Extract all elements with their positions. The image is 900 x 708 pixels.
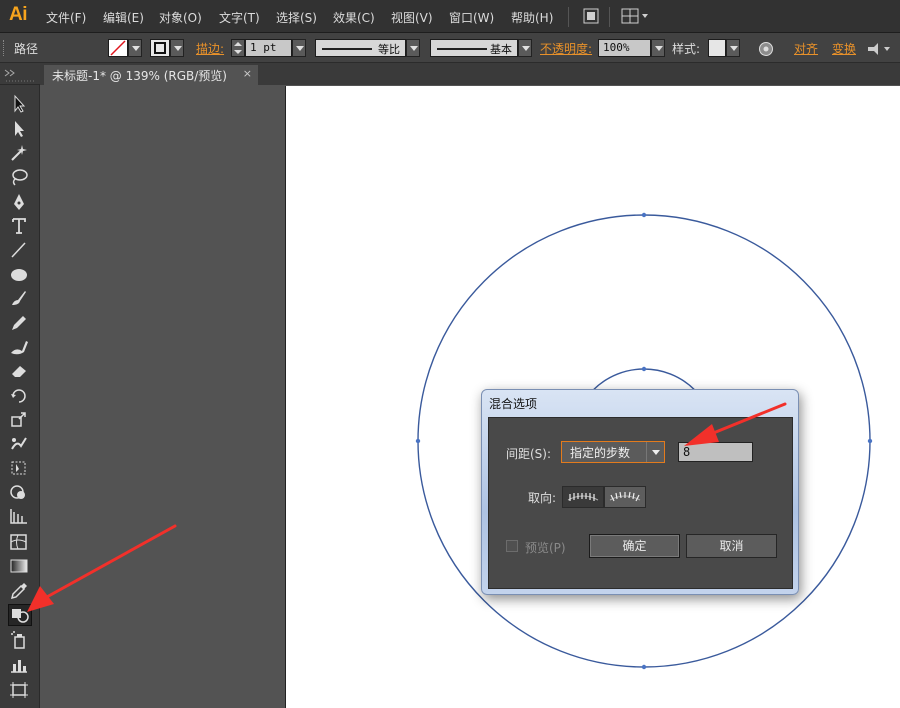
menu-view[interactable]: 视图(V) [391,9,433,26]
stroke-weight-dropdown[interactable] [292,39,306,57]
steps-input[interactable]: 8 [678,442,753,462]
object-type-label: 路径 [14,42,39,56]
toolbar-header[interactable] [0,63,40,85]
scale-tool-icon[interactable] [8,410,32,432]
align-link[interactable]: 对齐 [794,40,818,57]
eyedropper-tool-icon[interactable] [8,581,32,603]
graphic-style-swatch[interactable] [708,39,726,57]
shape-builder-tool-icon[interactable] [8,483,32,505]
menu-effect[interactable]: 效果(C) [333,9,375,26]
menu-help[interactable]: 帮助(H) [511,9,553,26]
style-dropdown[interactable] [726,39,740,57]
app-logo: Ai [9,4,28,25]
opacity-input[interactable]: 100% [598,39,651,57]
recolor-artwork-icon[interactable] [758,41,774,60]
menu-select[interactable]: 选择(S) [276,9,317,26]
spacing-select[interactable]: 指定的步数 [561,441,665,463]
fill-dropdown[interactable] [128,39,142,57]
stroke-swatch[interactable] [150,39,170,57]
lasso-tool-icon[interactable] [8,167,32,189]
arrange-documents-icon[interactable] [621,8,651,24]
free-transform-tool-icon[interactable] [8,458,32,480]
bridge-icon[interactable] [583,8,599,24]
gradient-tool-icon[interactable] [8,556,32,578]
opacity-label[interactable]: 不透明度: [540,40,592,57]
cancel-button[interactable]: 取消 [686,534,777,558]
align-to-page-button[interactable] [562,486,604,508]
transform-link[interactable]: 变换 [832,40,856,57]
document-tab-bar: 未标题-1* @ 139% (RGB/预览) × [40,63,900,85]
menu-bar: Ai 文件(F) 编辑(E) 对象(O) 文字(T) 选择(S) 效果(C) 视… [0,0,900,33]
menu-edit[interactable]: 编辑(E) [103,9,144,26]
menu-type[interactable]: 文字(T) [219,9,260,26]
preview-checkbox[interactable] [506,540,518,552]
spacing-label: 间距(S): [506,447,552,461]
line-segment-tool-icon[interactable] [8,240,32,262]
ok-button[interactable]: 确定 [589,534,680,558]
column-graph-tool-icon[interactable] [8,655,32,677]
mesh-tool-icon[interactable] [8,532,32,554]
symbol-sprayer-tool-icon[interactable] [8,630,32,652]
close-tab-icon[interactable]: × [243,67,252,80]
rotate-tool-icon[interactable] [8,386,32,408]
tools-panel [0,85,40,708]
blob-brush-tool-icon[interactable] [8,337,32,359]
document-tab-title: 未标题-1* @ 139% (RGB/预览) [52,69,227,83]
menu-window[interactable]: 窗口(W) [449,9,494,26]
style-label: 样式: [672,42,701,56]
blend-tool-icon[interactable] [8,604,32,626]
orientation-label: 取向: [528,491,557,505]
warp-tool-icon[interactable] [8,434,32,456]
ellipse-tool-icon[interactable] [8,265,32,287]
pen-tool-icon[interactable] [8,192,32,214]
blend-options-dialog: 混合选项 间距(S): 指定的步数 8 取向: 预览(P) 确定 取消 [481,389,799,595]
menu-object[interactable]: 对象(O) [159,9,202,26]
opacity-dropdown[interactable] [651,39,665,57]
variable-width-profile[interactable]: 等比 [315,39,406,57]
dialog-body: 间距(S): 指定的步数 8 取向: 预览(P) 确定 取消 [488,417,793,589]
direct-selection-tool-icon[interactable] [8,119,32,141]
brush-definition[interactable]: 基本 [430,39,518,57]
paintbrush-tool-icon[interactable] [8,288,32,310]
selection-tool-icon[interactable] [8,94,32,116]
stroke-weight-stepper[interactable] [231,39,245,57]
magic-wand-tool-icon[interactable] [8,143,32,165]
type-tool-icon[interactable] [8,216,32,238]
artboard-tool-icon[interactable] [8,680,32,702]
isolate-icon[interactable] [866,41,894,60]
perspective-grid-tool-icon[interactable] [8,506,32,528]
pencil-tool-icon[interactable] [8,313,32,335]
control-bar: 路径 描边: 1 pt 等比 基本 不透明度: 100% 样式: 对齐 变换 [0,33,900,63]
profile-dropdown[interactable] [406,39,420,57]
preview-label: 预览(P) [525,541,566,555]
dialog-title: 混合选项 [489,397,538,411]
align-to-path-button[interactable] [604,486,646,508]
stroke-dropdown[interactable] [170,39,184,57]
fill-swatch[interactable] [108,39,128,57]
chevron-down-icon [646,442,664,462]
document-tab[interactable]: 未标题-1* @ 139% (RGB/预览) × [44,65,258,85]
stroke-weight-input[interactable]: 1 pt [245,39,292,57]
eraser-tool-icon[interactable] [8,361,32,383]
stroke-label[interactable]: 描边: [196,40,224,57]
menu-file[interactable]: 文件(F) [46,9,86,26]
brush-dropdown[interactable] [518,39,532,57]
